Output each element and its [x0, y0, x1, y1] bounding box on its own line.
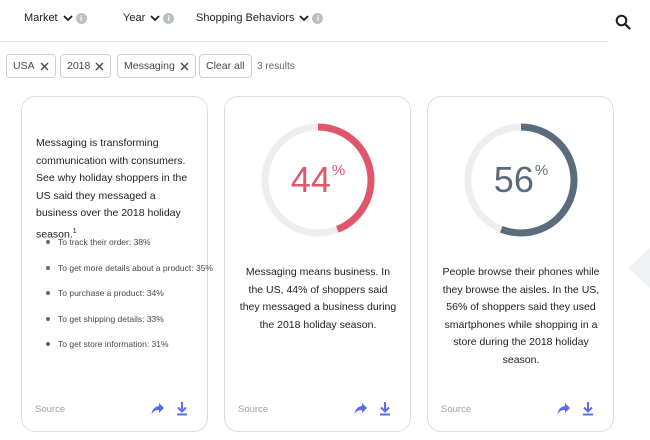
shopping-behaviors-filter-label: Shopping Behaviors	[196, 12, 295, 24]
shopping-behaviors-filter[interactable]: Shopping Behaviors i	[196, 12, 324, 24]
percentage-number: 56	[493, 159, 534, 200]
list-item: To purchase a product: 34%	[43, 285, 213, 301]
reasons-list: To track their order: 38% To get more de…	[43, 234, 213, 362]
insight-card-44: 44% Messaging means business. In the US,…	[224, 96, 411, 432]
info-icon[interactable]: i	[312, 12, 324, 24]
card-text: People browse their phones while they br…	[442, 266, 600, 366]
insight-card-56: 56% People browse their phones while the…	[427, 96, 614, 432]
list-item: To get shipping details: 33%	[43, 311, 213, 327]
year-filter[interactable]: Year i	[123, 12, 175, 24]
info-icon[interactable]: i	[75, 12, 87, 24]
source-link[interactable]: Source	[441, 404, 471, 415]
chip-messaging[interactable]: Messaging	[117, 54, 196, 78]
chevron-down-icon	[150, 15, 160, 22]
download-icon[interactable]	[582, 401, 594, 416]
chip-usa[interactable]: USA	[6, 54, 56, 78]
market-filter[interactable]: Market i	[24, 12, 87, 24]
close-icon[interactable]	[40, 62, 49, 71]
download-icon[interactable]	[379, 401, 391, 416]
percent-sign: %	[331, 162, 346, 179]
info-icon[interactable]: i	[163, 12, 175, 24]
chip-label: 2018	[67, 60, 91, 72]
chip-2018[interactable]: 2018	[60, 54, 112, 78]
close-icon[interactable]	[95, 62, 104, 71]
share-icon[interactable]	[556, 401, 571, 416]
source-link[interactable]: Source	[238, 404, 268, 415]
share-icon[interactable]	[150, 401, 165, 416]
share-icon[interactable]	[353, 401, 368, 416]
download-icon[interactable]	[176, 401, 188, 416]
card-footer: Source	[225, 401, 410, 419]
filter-bar: Market i Year i Shopping Behaviors i	[0, 0, 608, 42]
percentage-value: 44%	[259, 121, 377, 239]
donut-chart: 56%	[462, 121, 580, 239]
list-item: To get store information: 31%	[43, 336, 213, 352]
list-item: To track their order: 38%	[43, 234, 213, 250]
close-icon[interactable]	[180, 62, 189, 71]
results-count: 3 results	[257, 61, 295, 72]
chevron-down-icon	[62, 15, 73, 22]
chip-label: Messaging	[124, 60, 175, 72]
clear-all-button[interactable]: Clear all	[199, 54, 252, 78]
card-footer: Source	[22, 401, 207, 419]
percent-sign: %	[534, 162, 549, 179]
card-text: Messaging is transforming communication …	[36, 135, 196, 244]
search-icon[interactable]	[615, 14, 631, 30]
clear-all-label: Clear all	[206, 60, 245, 72]
year-filter-label: Year	[123, 12, 146, 24]
card-body-text: Messaging is transforming communication …	[36, 137, 188, 240]
insight-card-messaging: Messaging is transforming communication …	[21, 96, 213, 432]
next-arrow-icon[interactable]	[624, 244, 650, 292]
card-footer: Source	[428, 401, 613, 419]
source-link[interactable]: Source	[35, 404, 65, 415]
chevron-down-icon	[299, 15, 310, 22]
market-filter-label: Market	[24, 12, 58, 24]
percentage-number: 44	[290, 159, 331, 200]
card-text: Messaging means business. In the US, 44%…	[239, 266, 397, 331]
chip-label: USA	[13, 60, 35, 72]
percentage-value: 56%	[462, 121, 580, 239]
donut-chart: 44%	[259, 121, 377, 239]
list-item: To get more details about a product: 35%	[43, 260, 213, 276]
